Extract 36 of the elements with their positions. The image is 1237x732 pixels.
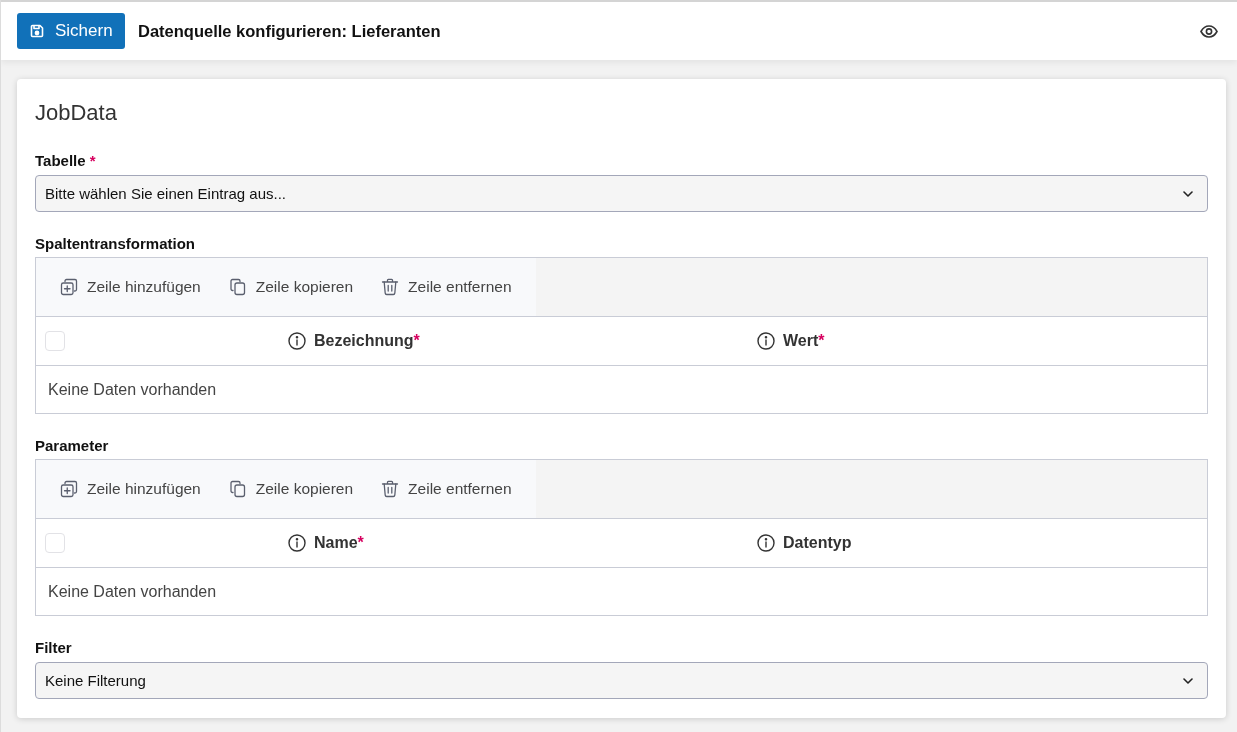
info-icon[interactable] bbox=[288, 332, 306, 350]
info-icon[interactable] bbox=[757, 534, 775, 552]
empty-message: Keine Daten vorhanden bbox=[48, 380, 217, 399]
eye-icon[interactable] bbox=[1200, 24, 1218, 38]
section-label: Parameter bbox=[35, 436, 109, 456]
section-label: Spaltentransformation bbox=[35, 234, 196, 254]
column-header[interactable]: Wert* bbox=[783, 332, 825, 350]
square-plus-icon bbox=[60, 278, 78, 296]
trash-icon bbox=[381, 278, 400, 296]
dropdown-field[interactable]: Keine Filterung bbox=[35, 662, 1208, 699]
field-label: Filter bbox=[35, 638, 72, 658]
column-header[interactable]: Datentyp bbox=[783, 534, 852, 552]
field-label: Tabelle * bbox=[35, 151, 96, 171]
trash-icon bbox=[381, 480, 400, 498]
toolbar-button[interactable]: Zeile kopieren bbox=[214, 267, 368, 307]
checkbox[interactable] bbox=[45, 533, 65, 553]
chevron-down-icon bbox=[1183, 677, 1193, 684]
column-header[interactable]: Name* bbox=[314, 534, 364, 552]
toolbar-button[interactable]: Zeile hinzufügen bbox=[46, 469, 215, 509]
dropdown-field[interactable]: Bitte wählen Sie einen Eintrag aus... bbox=[35, 175, 1208, 212]
copy-icon bbox=[228, 278, 247, 296]
info-icon[interactable] bbox=[288, 534, 306, 552]
page-title: Datenquelle konfigurieren: Lieferanten bbox=[138, 21, 441, 41]
info-icon[interactable] bbox=[757, 332, 775, 350]
empty-message: Keine Daten vorhanden bbox=[48, 582, 217, 601]
toolbar-button[interactable]: Zeile hinzufügen bbox=[46, 267, 215, 307]
column-header[interactable]: Bezeichnung* bbox=[314, 332, 420, 350]
card-title: JobData bbox=[35, 99, 117, 127]
checkbox[interactable] bbox=[45, 331, 65, 351]
copy-icon bbox=[228, 480, 247, 498]
toolbar-button[interactable]: Zeile kopieren bbox=[214, 469, 368, 509]
chevron-down-icon bbox=[1183, 190, 1193, 197]
toolbar-button[interactable]: Zeile entfernen bbox=[367, 267, 526, 307]
square-plus-icon bbox=[60, 480, 78, 498]
toolbar-button[interactable]: Zeile entfernen bbox=[367, 469, 526, 509]
save-button[interactable]: Sichern bbox=[17, 13, 125, 49]
